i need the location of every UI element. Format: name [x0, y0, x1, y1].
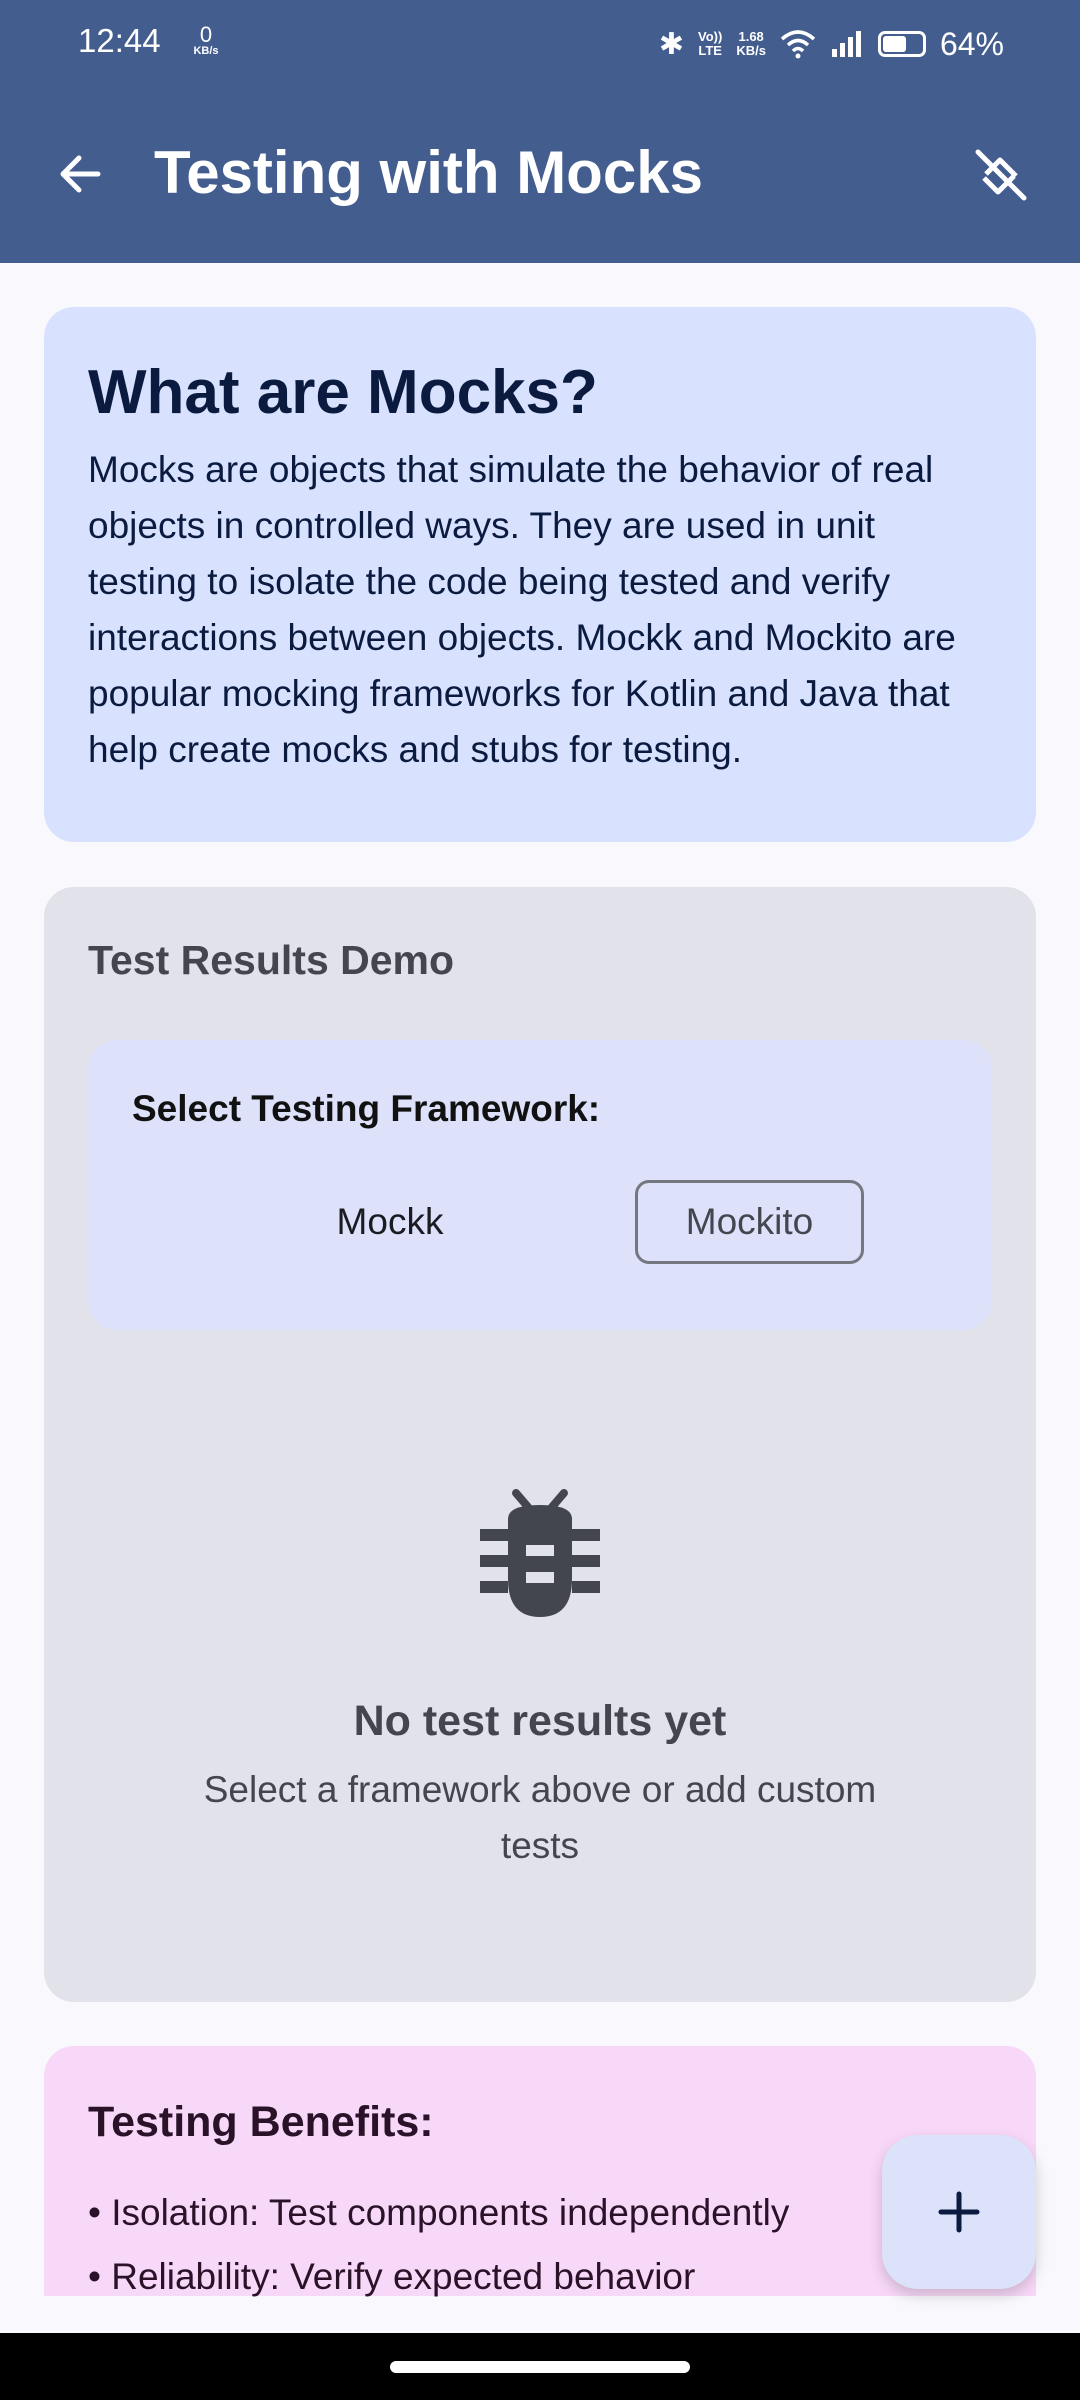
add-test-fab[interactable] — [882, 2135, 1036, 2289]
mockito-button[interactable]: Mockito — [635, 1180, 864, 1264]
benefits-title: Testing Benefits: — [88, 2098, 434, 2146]
network-speed: 0 KB/s — [186, 24, 226, 57]
demo-title: Test Results Demo — [88, 937, 455, 983]
data-speed-unit: KB/s — [736, 43, 766, 58]
benefit-item: • Isolation: Test components independent… — [88, 2192, 790, 2233]
system-nav-bar — [0, 2333, 1080, 2400]
wifi-icon — [780, 30, 816, 59]
network-speed-value: 0 — [199, 22, 213, 47]
volte-icon: Vo)) LTE — [698, 30, 722, 57]
status-icons: ✱ Vo)) LTE 1.68 KB/s 64% — [659, 20, 1004, 68]
no-bug-icon — [975, 149, 1027, 201]
framework-selector: Select Testing Framework: Mockk Mockito — [88, 1040, 992, 1330]
status-bar: 12:44 0 KB/s ✱ Vo)) LTE 1.68 KB/s 64% — [0, 0, 1080, 88]
framework-label: Select Testing Framework: — [132, 1088, 601, 1129]
top-app-bar: Testing with Mocks — [0, 88, 1080, 263]
home-gesture-handle[interactable] — [390, 2361, 690, 2373]
empty-state-subtitle: Select a framework above or add custom t… — [203, 1769, 877, 1866]
intro-body: Mocks are objects that simulate the beha… — [88, 449, 956, 770]
status-time: 12:44 — [78, 22, 161, 59]
toggle-bug-button[interactable] — [960, 134, 1040, 214]
battery-fill — [882, 36, 907, 52]
demo-card: Test Results Demo Select Testing Framewo… — [44, 887, 1036, 2002]
empty-state-title: No test results yet — [353, 1697, 727, 1745]
intro-card: What are Mocks? Mocks are objects that s… — [44, 307, 1036, 842]
bluetooth-icon: ✱ — [658, 27, 685, 61]
mockk-button[interactable]: Mockk — [288, 1180, 492, 1264]
volte-bottom-label: LTE — [698, 43, 722, 58]
bug-icon — [480, 1489, 600, 1617]
battery-percent: 64% — [939, 25, 1004, 62]
intro-heading: What are Mocks? — [88, 358, 598, 427]
back-button[interactable] — [40, 134, 120, 214]
network-speed-unit: KB/s — [193, 45, 219, 57]
page-title: Testing with Mocks — [154, 139, 703, 206]
data-speed: 1.68 KB/s — [736, 30, 766, 57]
signal-icon — [831, 31, 861, 57]
arrow-left-icon — [60, 155, 101, 193]
plus-icon — [938, 2191, 980, 2233]
benefit-item: • Reliability: Verify expected behavior — [88, 2256, 696, 2297]
battery-icon — [877, 31, 926, 57]
